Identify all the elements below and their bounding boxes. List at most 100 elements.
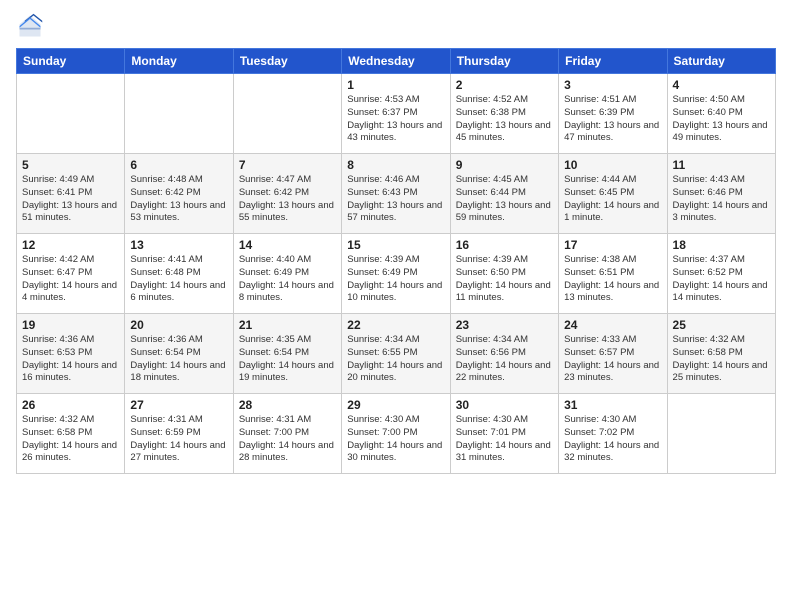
- week-row-1: 1 Sunrise: 4:53 AM Sunset: 6:37 PM Daylig…: [17, 74, 776, 154]
- day-info: Sunrise: 4:33 AM Sunset: 6:57 PM Dayligh…: [564, 334, 661, 385]
- day-number: 30: [456, 398, 553, 412]
- weekday-header-thursday: Thursday: [450, 49, 558, 74]
- day-info: Sunrise: 4:48 AM Sunset: 6:42 PM Dayligh…: [130, 174, 227, 225]
- day-info: Sunrise: 4:44 AM Sunset: 6:45 PM Dayligh…: [564, 174, 661, 225]
- day-info: Sunrise: 4:40 AM Sunset: 6:49 PM Dayligh…: [239, 254, 336, 305]
- day-cell-22: 22 Sunrise: 4:34 AM Sunset: 6:55 PM Dayli…: [342, 314, 450, 394]
- day-cell-3: 3 Sunrise: 4:51 AM Sunset: 6:39 PM Daylig…: [559, 74, 667, 154]
- day-cell-17: 17 Sunrise: 4:38 AM Sunset: 6:51 PM Dayli…: [559, 234, 667, 314]
- day-number: 13: [130, 238, 227, 252]
- day-info: Sunrise: 4:42 AM Sunset: 6:47 PM Dayligh…: [22, 254, 119, 305]
- logo-icon: [16, 12, 44, 40]
- day-cell-29: 29 Sunrise: 4:30 AM Sunset: 7:00 PM Dayli…: [342, 394, 450, 474]
- day-info: Sunrise: 4:38 AM Sunset: 6:51 PM Dayligh…: [564, 254, 661, 305]
- day-number: 5: [22, 158, 119, 172]
- empty-cell: [125, 74, 233, 154]
- day-number: 28: [239, 398, 336, 412]
- day-number: 17: [564, 238, 661, 252]
- day-number: 11: [673, 158, 770, 172]
- weekday-header-friday: Friday: [559, 49, 667, 74]
- day-cell-13: 13Sunrise: 4:41 AM Sunset: 6:48 PM Dayli…: [125, 234, 233, 314]
- day-number: 1: [347, 78, 444, 92]
- day-info: Sunrise: 4:45 AM Sunset: 6:44 PM Dayligh…: [456, 174, 553, 225]
- day-info: Sunrise: 4:52 AM Sunset: 6:38 PM Dayligh…: [456, 94, 553, 145]
- day-number: 21: [239, 318, 336, 332]
- day-cell-27: 27Sunrise: 4:31 AM Sunset: 6:59 PM Dayli…: [125, 394, 233, 474]
- day-cell-4: 4 Sunrise: 4:50 AM Sunset: 6:40 PM Daylig…: [667, 74, 775, 154]
- weekday-header-wednesday: Wednesday: [342, 49, 450, 74]
- day-number: 18: [673, 238, 770, 252]
- day-info: Sunrise: 4:39 AM Sunset: 6:50 PM Dayligh…: [456, 254, 553, 305]
- week-row-3: 12Sunrise: 4:42 AM Sunset: 6:47 PM Dayli…: [17, 234, 776, 314]
- day-cell-1: 1 Sunrise: 4:53 AM Sunset: 6:37 PM Daylig…: [342, 74, 450, 154]
- day-cell-7: 7Sunrise: 4:47 AM Sunset: 6:42 PM Daylig…: [233, 154, 341, 234]
- day-info: Sunrise: 4:51 AM Sunset: 6:39 PM Dayligh…: [564, 94, 661, 145]
- day-cell-14: 14Sunrise: 4:40 AM Sunset: 6:49 PM Dayli…: [233, 234, 341, 314]
- day-cell-15: 15Sunrise: 4:39 AM Sunset: 6:49 PM Dayli…: [342, 234, 450, 314]
- weekday-header-monday: Monday: [125, 49, 233, 74]
- day-cell-28: 28 Sunrise: 4:31 AM Sunset: 7:00 PM Dayli…: [233, 394, 341, 474]
- day-cell-19: 19Sunrise: 4:36 AM Sunset: 6:53 PM Dayli…: [17, 314, 125, 394]
- empty-cell: [233, 74, 341, 154]
- day-number: 16: [456, 238, 553, 252]
- day-info: Sunrise: 4:32 AM Sunset: 6:58 PM Dayligh…: [22, 414, 119, 465]
- day-info: Sunrise: 4:30 AM Sunset: 7:01 PM Dayligh…: [456, 414, 553, 465]
- day-cell-25: 25 Sunrise: 4:32 AM Sunset: 6:58 PM Dayli…: [667, 314, 775, 394]
- week-row-2: 5 Sunrise: 4:49 AM Sunset: 6:41 PM Daylig…: [17, 154, 776, 234]
- weekday-header-row: SundayMondayTuesdayWednesdayThursdayFrid…: [17, 49, 776, 74]
- day-number: 31: [564, 398, 661, 412]
- day-cell-26: 26 Sunrise: 4:32 AM Sunset: 6:58 PM Dayli…: [17, 394, 125, 474]
- day-cell-6: 6 Sunrise: 4:48 AM Sunset: 6:42 PM Daylig…: [125, 154, 233, 234]
- day-cell-9: 9 Sunrise: 4:45 AM Sunset: 6:44 PM Daylig…: [450, 154, 558, 234]
- day-number: 9: [456, 158, 553, 172]
- day-info: Sunrise: 4:53 AM Sunset: 6:37 PM Dayligh…: [347, 94, 444, 145]
- header: [16, 12, 776, 40]
- day-number: 3: [564, 78, 661, 92]
- day-info: Sunrise: 4:50 AM Sunset: 6:40 PM Dayligh…: [673, 94, 770, 145]
- page: SundayMondayTuesdayWednesdayThursdayFrid…: [0, 0, 792, 612]
- day-cell-21: 21 Sunrise: 4:35 AM Sunset: 6:54 PM Dayli…: [233, 314, 341, 394]
- day-number: 8: [347, 158, 444, 172]
- day-number: 23: [456, 318, 553, 332]
- day-number: 7: [239, 158, 336, 172]
- day-number: 20: [130, 318, 227, 332]
- day-info: Sunrise: 4:46 AM Sunset: 6:43 PM Dayligh…: [347, 174, 444, 225]
- day-info: Sunrise: 4:30 AM Sunset: 7:00 PM Dayligh…: [347, 414, 444, 465]
- day-cell-16: 16 Sunrise: 4:39 AM Sunset: 6:50 PM Dayli…: [450, 234, 558, 314]
- day-number: 10: [564, 158, 661, 172]
- day-info: Sunrise: 4:36 AM Sunset: 6:54 PM Dayligh…: [130, 334, 227, 385]
- day-cell-18: 18 Sunrise: 4:37 AM Sunset: 6:52 PM Dayli…: [667, 234, 775, 314]
- day-number: 22: [347, 318, 444, 332]
- day-number: 6: [130, 158, 227, 172]
- day-info: Sunrise: 4:34 AM Sunset: 6:56 PM Dayligh…: [456, 334, 553, 385]
- weekday-header-sunday: Sunday: [17, 49, 125, 74]
- day-cell-2: 2 Sunrise: 4:52 AM Sunset: 6:38 PM Daylig…: [450, 74, 558, 154]
- day-info: Sunrise: 4:49 AM Sunset: 6:41 PM Dayligh…: [22, 174, 119, 225]
- day-info: Sunrise: 4:43 AM Sunset: 6:46 PM Dayligh…: [673, 174, 770, 225]
- empty-cell: [667, 394, 775, 474]
- day-info: Sunrise: 4:37 AM Sunset: 6:52 PM Dayligh…: [673, 254, 770, 305]
- day-info: Sunrise: 4:34 AM Sunset: 6:55 PM Dayligh…: [347, 334, 444, 385]
- day-number: 2: [456, 78, 553, 92]
- weekday-header-tuesday: Tuesday: [233, 49, 341, 74]
- calendar-table: SundayMondayTuesdayWednesdayThursdayFrid…: [16, 48, 776, 474]
- day-info: Sunrise: 4:31 AM Sunset: 6:59 PM Dayligh…: [130, 414, 227, 465]
- day-cell-8: 8 Sunrise: 4:46 AM Sunset: 6:43 PM Daylig…: [342, 154, 450, 234]
- day-info: Sunrise: 4:35 AM Sunset: 6:54 PM Dayligh…: [239, 334, 336, 385]
- day-cell-10: 10 Sunrise: 4:44 AM Sunset: 6:45 PM Dayli…: [559, 154, 667, 234]
- day-cell-5: 5 Sunrise: 4:49 AM Sunset: 6:41 PM Daylig…: [17, 154, 125, 234]
- week-row-4: 19Sunrise: 4:36 AM Sunset: 6:53 PM Dayli…: [17, 314, 776, 394]
- day-info: Sunrise: 4:30 AM Sunset: 7:02 PM Dayligh…: [564, 414, 661, 465]
- day-number: 26: [22, 398, 119, 412]
- day-info: Sunrise: 4:36 AM Sunset: 6:53 PM Dayligh…: [22, 334, 119, 385]
- week-row-5: 26 Sunrise: 4:32 AM Sunset: 6:58 PM Dayli…: [17, 394, 776, 474]
- empty-cell: [17, 74, 125, 154]
- day-cell-11: 11 Sunrise: 4:43 AM Sunset: 6:46 PM Dayli…: [667, 154, 775, 234]
- day-info: Sunrise: 4:32 AM Sunset: 6:58 PM Dayligh…: [673, 334, 770, 385]
- day-number: 4: [673, 78, 770, 92]
- day-number: 29: [347, 398, 444, 412]
- day-cell-23: 23 Sunrise: 4:34 AM Sunset: 6:56 PM Dayli…: [450, 314, 558, 394]
- day-info: Sunrise: 4:31 AM Sunset: 7:00 PM Dayligh…: [239, 414, 336, 465]
- day-number: 25: [673, 318, 770, 332]
- day-cell-31: 31 Sunrise: 4:30 AM Sunset: 7:02 PM Dayli…: [559, 394, 667, 474]
